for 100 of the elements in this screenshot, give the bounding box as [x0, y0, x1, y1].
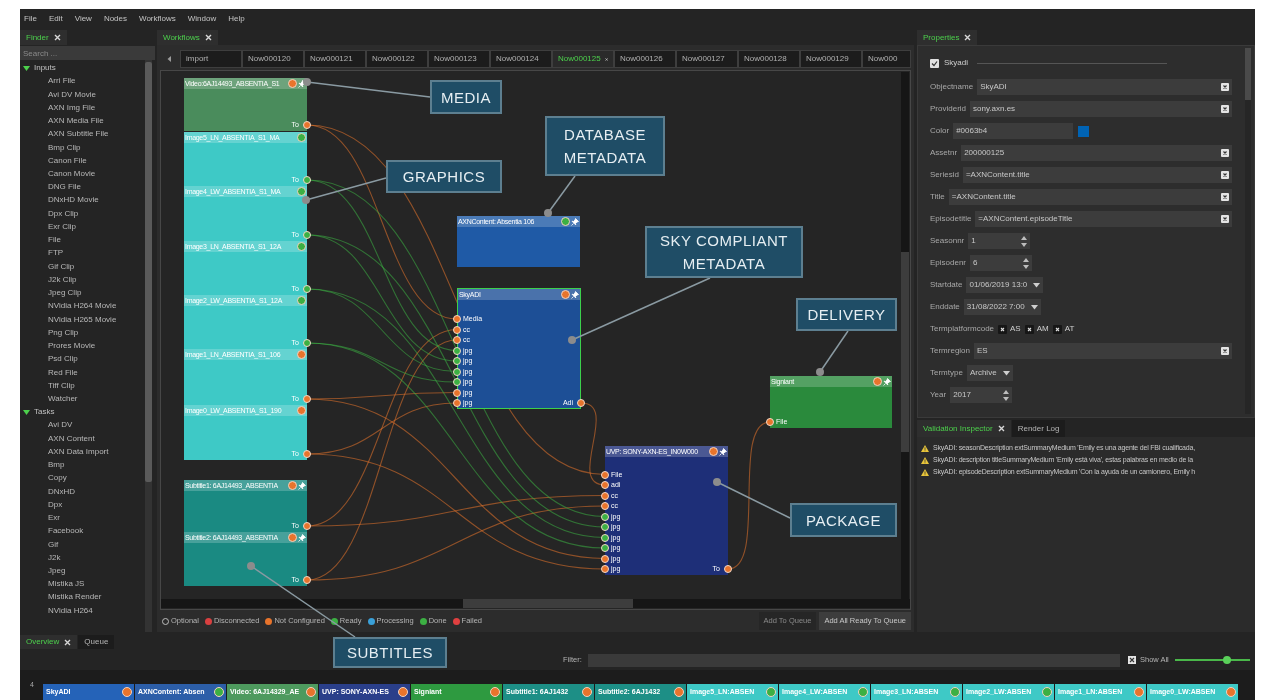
menu-item[interactable]: Help	[228, 14, 245, 23]
tab[interactable]: Properties	[917, 30, 978, 45]
dropdown[interactable]: 31/08/2022 7:00	[963, 299, 1041, 315]
menu-item[interactable]: View	[74, 14, 92, 23]
tree-item[interactable]: NVidia H264	[48, 604, 93, 617]
tree-item[interactable]: FTP	[48, 247, 64, 260]
tree-item[interactable]: NVidia H264 Movie	[48, 300, 117, 313]
text-field[interactable]: SkyADI	[977, 79, 1232, 95]
tree-item[interactable]: Arri File	[48, 75, 76, 88]
tree-item[interactable]: Mistika Render	[48, 591, 102, 604]
tree-item[interactable]: Prores Movie	[48, 340, 96, 353]
workflow-tab[interactable]: Now000120	[242, 50, 304, 68]
caret-icon[interactable]	[1033, 282, 1041, 288]
clear-icon[interactable]	[1221, 347, 1229, 355]
close-icon[interactable]	[204, 34, 212, 41]
tree-item[interactable]: Facebook	[48, 525, 84, 538]
tree-item[interactable]: Avi DV Movie	[48, 88, 96, 101]
tree-item[interactable]: Red File	[48, 366, 78, 379]
close-icon[interactable]	[53, 34, 61, 41]
close-icon[interactable]	[64, 638, 72, 646]
pin-icon[interactable]	[571, 217, 579, 226]
spinner-icon[interactable]	[1003, 389, 1010, 401]
close-icon[interactable]	[997, 425, 1005, 432]
workflow-tab[interactable]: Now000128	[738, 50, 800, 68]
spinner-icon[interactable]	[1023, 257, 1030, 269]
tree-item[interactable]: AXN Img File	[48, 101, 96, 114]
clear-icon[interactable]	[1221, 149, 1229, 157]
pin-icon[interactable]	[298, 481, 306, 490]
scrollbar[interactable]	[901, 72, 909, 599]
caret-icon[interactable]	[1002, 370, 1010, 376]
tab[interactable]: Render Log	[1011, 420, 1066, 437]
menu-item[interactable]: Window	[187, 14, 217, 23]
tree-item[interactable]: DNxHD Movie	[48, 194, 99, 207]
text-field[interactable]: 200000125	[961, 145, 1232, 161]
tab[interactable]: Validation Inspector	[917, 420, 1011, 437]
pin-icon[interactable]	[883, 377, 891, 386]
scrollbar[interactable]	[161, 599, 910, 608]
menu-item[interactable]: Edit	[48, 14, 63, 23]
text-field[interactable]: sony.axn.es	[970, 101, 1232, 117]
number-field[interactable]: 1	[968, 233, 1031, 249]
slider-thumb[interactable]	[1223, 656, 1232, 664]
number-field[interactable]: 6	[970, 255, 1033, 271]
tree-item[interactable]: Mistika JS	[48, 578, 85, 591]
tab[interactable]: Workflows	[157, 30, 218, 45]
remove-icon[interactable]	[1052, 324, 1062, 334]
tree-item[interactable]: Canon File	[48, 154, 87, 167]
tree-item[interactable]: Tiff Clip	[48, 379, 75, 392]
tree-item[interactable]: AXN Subtitle File	[48, 128, 109, 141]
tree-item[interactable]: Png Clip	[48, 326, 79, 339]
workflow-tab[interactable]: Now000126	[614, 50, 676, 68]
clear-icon[interactable]	[1221, 105, 1229, 113]
workflow-tab[interactable]: Now000124	[490, 50, 552, 68]
tree-item[interactable]: Avi DV	[48, 419, 73, 432]
scrollbar[interactable]	[145, 60, 152, 632]
tree-item[interactable]: J2k	[48, 551, 61, 564]
tree-item[interactable]: Dpx Clip	[48, 207, 79, 220]
color-swatch[interactable]	[1078, 125, 1090, 137]
tree-group[interactable]: Inputs	[34, 62, 56, 75]
workflow-tab[interactable]: Now000	[862, 50, 911, 68]
menu-item[interactable]: File	[24, 14, 37, 23]
text-field[interactable]: =AXNContent.title	[962, 167, 1232, 183]
tree-item[interactable]: Canon Movie	[48, 168, 96, 180]
workflow-tab[interactable]: Now000123	[428, 50, 490, 68]
remove-icon[interactable]	[998, 324, 1008, 334]
spinner-icon[interactable]	[1021, 235, 1028, 247]
workflow-tab[interactable]: Now000122	[366, 50, 428, 68]
workflow-tab[interactable]: import	[180, 50, 242, 68]
tree-item[interactable]: Exr Clip	[48, 220, 76, 233]
tree-item[interactable]: DNG File	[48, 181, 81, 194]
tab[interactable]: Overview	[20, 635, 78, 649]
workflow-tab[interactable]: Now000121	[304, 50, 366, 68]
tree-item[interactable]: Dpx	[48, 498, 63, 511]
tree-item[interactable]: Watcher	[48, 392, 78, 405]
caret-icon[interactable]	[1030, 304, 1038, 310]
text-field[interactable]: =AXNContent.title	[948, 189, 1232, 205]
tree-item[interactable]: File	[48, 234, 61, 247]
tree-item[interactable]: Copy	[48, 472, 67, 485]
number-field[interactable]: 2017	[950, 387, 1013, 403]
tree-item[interactable]: Bmp Clip	[48, 141, 81, 154]
workflow-tab[interactable]: Now000125	[552, 50, 614, 68]
tree-item[interactable]: Gif Clip	[48, 260, 75, 273]
scrollbar[interactable]	[1245, 48, 1251, 414]
tab[interactable]: Finder	[20, 30, 67, 45]
clear-icon[interactable]	[1221, 193, 1229, 201]
tab[interactable]: Queue	[78, 635, 115, 649]
tree-item[interactable]: AXN Media File	[48, 115, 104, 128]
remove-icon[interactable]	[1024, 324, 1034, 334]
tree-item[interactable]: Bmp	[48, 459, 65, 472]
tree-item[interactable]: DNxHD	[48, 485, 76, 498]
tree-item[interactable]: Jpeg	[48, 565, 66, 577]
text-field[interactable]: #0063b4	[953, 123, 1074, 139]
tree-item[interactable]: AXN Data Import	[48, 445, 109, 458]
close-icon[interactable]	[964, 34, 972, 41]
workflow-tab[interactable]: Now000129	[800, 50, 862, 68]
menu-item[interactable]: Nodes	[103, 14, 127, 23]
text-field[interactable]: =AXNContent.episodeTitle	[975, 211, 1232, 227]
checkbox[interactable]	[1128, 656, 1136, 664]
pin-icon[interactable]	[298, 533, 306, 542]
expand-icon[interactable]	[23, 64, 30, 72]
pin-icon[interactable]	[298, 79, 306, 88]
